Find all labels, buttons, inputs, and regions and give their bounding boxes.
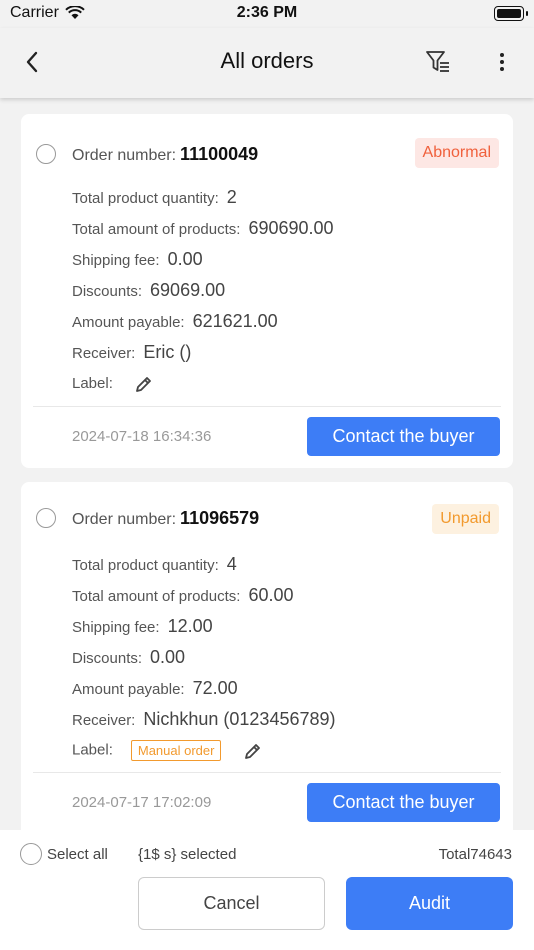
amount-payable-value: 621621.00 [192,311,278,331]
amount-payable-row: Amount payable: 72.00 [72,678,238,699]
receiver-value: Eric () [143,342,192,362]
battery-icon [494,6,528,21]
order-card: Order number: 11096579 Unpaid Total produ… [21,482,513,830]
filter-icon [426,51,449,72]
select-all-radio[interactable] [20,843,42,865]
total-quantity-label: Total product quantity: [72,190,219,207]
label-label: Label: [72,375,113,392]
more-options-button[interactable] [490,48,514,76]
total-amount-label: Total amount of products: [72,588,241,605]
shipping-fee-label: Shipping fee: [72,619,160,636]
filter-button[interactable] [424,48,452,76]
amount-payable-value: 72.00 [192,678,238,698]
audit-button[interactable]: Audit [346,877,513,930]
selected-count: {1$ s} selected [138,846,237,863]
divider [33,406,501,407]
receiver-value: Nichkhun (0123456789) [143,709,336,729]
shipping-fee-label: Shipping fee: [72,252,160,269]
shipping-fee-row: Shipping fee: 0.00 [72,249,203,270]
order-number: Order number: 11096579 [72,508,259,529]
discounts-row: Discounts: 0.00 [72,647,185,668]
total-quantity-value: 2 [226,187,237,207]
navigation-bar: All orders [0,28,534,98]
order-list[interactable]: Order number: 11100049 Abnormal Total pro… [0,98,534,830]
shipping-fee-value: 12.00 [167,616,213,636]
amount-payable-label: Amount payable: [72,681,185,698]
status-bar: Carrier 2:36 PM [0,0,534,28]
shipping-fee-value: 0.00 [167,249,203,269]
discounts-label: Discounts: [72,650,143,667]
total-quantity-label: Total product quantity: [72,557,219,574]
total-quantity-value: 4 [226,554,237,574]
order-select-radio[interactable] [36,144,56,164]
status-badge: Unpaid [432,504,499,534]
discounts-label: Discounts: [72,283,143,300]
total-quantity-row: Total product quantity: 2 [72,187,237,208]
label-label: Label: [72,741,113,759]
more-vertical-icon [500,53,504,71]
edit-label-icon[interactable] [135,375,153,393]
total-amount-value: 60.00 [248,585,294,605]
order-select-radio[interactable] [36,508,56,528]
discounts-value: 69069.00 [150,280,226,300]
amount-payable-label: Amount payable: [72,314,185,331]
order-number-value: 11096579 [180,508,260,528]
divider [33,772,501,773]
total-count: Total74643 [438,846,512,863]
total-amount-label: Total amount of products: [72,221,241,238]
page-title: All orders [220,48,314,73]
order-date: 2024-07-17 17:02:09 [72,794,212,811]
order-card: Order number: 11100049 Abnormal Total pro… [21,114,513,468]
order-date: 2024-07-18 16:34:36 [72,428,212,445]
contact-buyer-button[interactable]: Contact the buyer [307,783,500,822]
order-number-value: 11100049 [180,144,259,164]
total-amount-row: Total amount of products: 60.00 [72,585,293,606]
order-number-label: Order number: [72,147,177,164]
receiver-label: Receiver: [72,712,136,729]
discounts-value: 0.00 [150,647,186,667]
clock: 2:36 PM [236,4,298,21]
discounts-row: Discounts: 69069.00 [72,280,225,301]
shipping-fee-row: Shipping fee: 12.00 [72,616,213,637]
status-badge: Abnormal [414,138,499,168]
bottom-action-bar: Select all {1$ s} selected Total74643 Ca… [0,830,534,950]
total-amount-value: 690690.00 [248,218,334,238]
label-row: Label: Manual order [72,740,262,761]
order-number-label: Order number: [72,511,177,528]
receiver-row: Receiver: Nichkhun (0123456789) [72,709,336,730]
manual-order-tag: Manual order [130,740,222,761]
select-all-label[interactable]: Select all [47,846,108,863]
cancel-button[interactable]: Cancel [138,877,325,930]
total-amount-row: Total amount of products: 690690.00 [72,218,334,239]
amount-payable-row: Amount payable: 621621.00 [72,311,278,332]
receiver-row: Receiver: Eric () [72,342,191,363]
contact-buyer-button[interactable]: Contact the buyer [307,417,500,456]
label-row: Label: [72,375,153,393]
total-quantity-row: Total product quantity: 4 [72,554,237,575]
order-number: Order number: 11100049 [72,144,258,165]
receiver-label: Receiver: [72,345,136,362]
edit-label-icon[interactable] [244,742,262,760]
